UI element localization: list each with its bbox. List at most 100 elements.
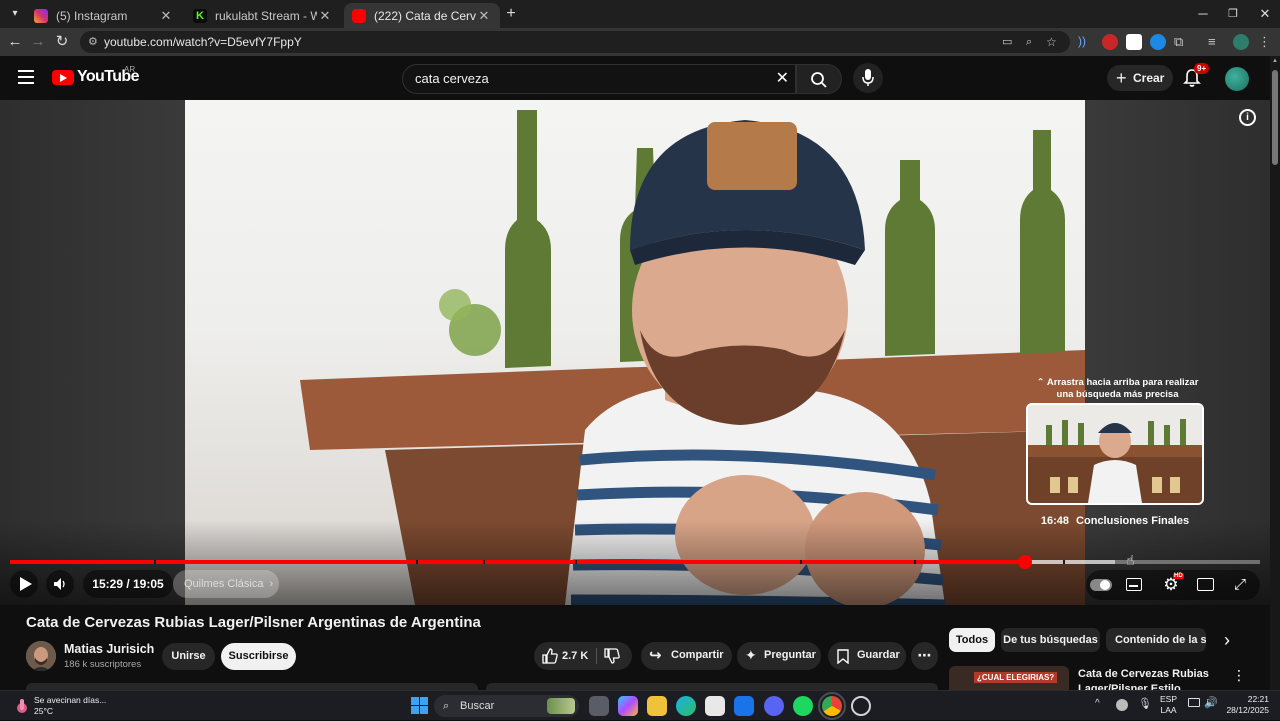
search-input[interactable]: cata cerveza ✕: [402, 64, 796, 94]
restore-button[interactable]: ❐: [1218, 4, 1248, 24]
subscribe-button[interactable]: Suscribirse: [221, 643, 296, 670]
search-button[interactable]: [796, 64, 842, 94]
channel-name[interactable]: Matias Jurisich: [64, 642, 154, 656]
notifications-button[interactable]: 9+: [1183, 63, 1210, 88]
tab-search-button[interactable]: ▾: [4, 4, 26, 24]
weather-widget[interactable]: [12, 696, 32, 716]
close-tab-icon[interactable]: ✕: [317, 8, 333, 24]
minimize-button[interactable]: ─: [1188, 4, 1218, 24]
language-indicator[interactable]: ESP LAA: [1160, 694, 1177, 716]
chips-next-chevron-icon[interactable]: ›: [1218, 628, 1236, 652]
dislike-button[interactable]: [604, 648, 624, 664]
play-button[interactable]: [10, 570, 38, 598]
reading-list-icon[interactable]: ≡: [1208, 34, 1224, 50]
account-avatar[interactable]: [1225, 67, 1249, 91]
recommendation-title[interactable]: Cata de Cervezas Rubias Lager/Pilsner Es…: [1078, 667, 1218, 690]
double-chevron-up-icon: ⌃: [1036, 377, 1045, 388]
settings-app-icon[interactable]: [851, 696, 871, 716]
discord-icon[interactable]: [764, 696, 784, 716]
tab-kick[interactable]: K rukulabt Stream - Watch Live o ✕: [185, 3, 341, 28]
player-right-controls: ⚙ HD ⤢: [1086, 570, 1260, 600]
tray-chevron-up-icon[interactable]: ^: [1095, 698, 1100, 709]
like-divider: [596, 648, 597, 664]
copilot-icon[interactable]: [618, 696, 638, 716]
new-tab-button[interactable]: +: [500, 4, 522, 24]
comments-preview-box[interactable]: [486, 683, 938, 690]
plus-icon: +: [506, 5, 516, 22]
scrollbar-thumb[interactable]: [1272, 70, 1278, 165]
start-button[interactable]: [411, 697, 428, 714]
chapter-button[interactable]: Quilmes Clásica ›: [173, 570, 279, 598]
subtitles-icon[interactable]: [1126, 578, 1142, 591]
close-tab-icon[interactable]: ✕: [158, 8, 174, 24]
extension-translate-icon[interactable]: )): [1078, 34, 1094, 50]
profile-avatar[interactable]: [1233, 34, 1249, 50]
microphone-icon: [862, 69, 874, 86]
file-explorer-icon[interactable]: [647, 696, 667, 716]
voice-search-button[interactable]: [853, 63, 883, 93]
youtube-logo[interactable]: YouTube AR: [52, 65, 142, 90]
channel-avatar[interactable]: [26, 641, 56, 671]
scrubber-handle[interactable]: [1017, 555, 1032, 569]
video-player[interactable]: i ⌃ Arrastra hacia arriba para realizar …: [0, 100, 1270, 605]
weather-text[interactable]: Se avecinan días... 25°C: [34, 695, 106, 717]
extensions-puzzle-icon[interactable]: ⧉: [1174, 34, 1190, 50]
progress-bar[interactable]: [10, 555, 1260, 569]
recommendation-menu-icon[interactable]: ⋮: [1232, 667, 1246, 685]
country-code: AR: [124, 65, 136, 74]
extension-box-icon[interactable]: [1126, 34, 1142, 50]
back-button[interactable]: ←: [4, 32, 26, 52]
close-tab-icon[interactable]: ✕: [476, 8, 492, 24]
tray-onedrive-icon[interactable]: [1116, 699, 1128, 711]
fullscreen-icon[interactable]: ⤢: [1231, 576, 1249, 594]
extension-adblock-icon[interactable]: [1102, 34, 1118, 50]
page-scrollbar[interactable]: ▲: [1270, 56, 1280, 690]
recommendation-thumbnail[interactable]: ¿CUAL ELEGIRIAS?: [949, 666, 1069, 690]
spotify-icon[interactable]: [793, 696, 813, 716]
create-button[interactable]: + Crear: [1107, 65, 1173, 91]
hamburger-menu-icon[interactable]: [18, 68, 34, 84]
tray-mic-icon[interactable]: 🎙: [1138, 697, 1152, 710]
like-button[interactable]: 2.7 K: [534, 642, 596, 670]
tab-youtube-active[interactable]: (222) Cata de Cervezas Rubias ✕: [344, 3, 500, 28]
save-button[interactable]: Guardar: [828, 642, 906, 670]
site-settings-icon[interactable]: ⚙: [88, 31, 98, 53]
system-clock[interactable]: 22:21 28/12/2025: [1224, 694, 1269, 716]
description-box[interactable]: [26, 683, 478, 690]
chip-contenido-serie[interactable]: Contenido de la ser: [1106, 628, 1206, 652]
scroll-up-arrow-icon[interactable]: ▲: [1272, 58, 1278, 64]
extension-vpn-icon[interactable]: [1150, 34, 1166, 50]
zoom-icon[interactable]: ⌕: [1026, 31, 1032, 53]
chrome-icon[interactable]: [818, 692, 846, 720]
weather-icon: [17, 699, 27, 713]
task-view-icon[interactable]: [589, 696, 609, 716]
more-actions-button[interactable]: ⋯: [911, 642, 938, 670]
forward-button[interactable]: →: [27, 32, 49, 52]
miniplayer-icon[interactable]: [1197, 578, 1214, 591]
network-icon[interactable]: [1188, 698, 1200, 707]
clear-search-icon[interactable]: ✕: [776, 65, 789, 93]
chip-de-tus-busquedas[interactable]: De tus búsquedas: [1001, 628, 1100, 652]
edge-icon[interactable]: [676, 696, 696, 716]
autoplay-toggle[interactable]: [1090, 579, 1112, 591]
window-close-button[interactable]: ✕: [1250, 4, 1280, 24]
speaker-icon[interactable]: 🔊: [1204, 696, 1218, 709]
reload-button[interactable]: ↻: [51, 32, 73, 52]
chapter-gap-6: [1062, 560, 1065, 564]
kebab-menu-icon[interactable]: ⋮: [1258, 34, 1274, 50]
info-icon[interactable]: i: [1239, 109, 1256, 126]
address-bar[interactable]: ⚙ youtube.com/watch?v=D5evfY7FppY ▭ ⌕ ☆: [80, 31, 1070, 53]
like-count: 2.7 K: [562, 650, 589, 662]
share-button[interactable]: ↪ Compartir: [641, 642, 732, 670]
chip-todos[interactable]: Todos: [949, 628, 995, 652]
volume-button[interactable]: [46, 570, 74, 598]
mail-icon[interactable]: [734, 696, 754, 716]
microsoft-store-icon[interactable]: [705, 696, 725, 716]
cast-icon[interactable]: ▭: [1002, 31, 1012, 53]
bookmark-star-icon[interactable]: ☆: [1046, 31, 1057, 53]
browser-toolbar: ← → ↻ ⚙ youtube.com/watch?v=D5evfY7FppY …: [0, 28, 1280, 56]
join-button[interactable]: Unirse: [162, 643, 215, 670]
ask-button[interactable]: ✦ Preguntar: [737, 642, 821, 670]
tab-instagram[interactable]: (5) Instagram ✕: [26, 3, 182, 28]
taskbar-search[interactable]: ⌕ Buscar: [434, 695, 579, 717]
